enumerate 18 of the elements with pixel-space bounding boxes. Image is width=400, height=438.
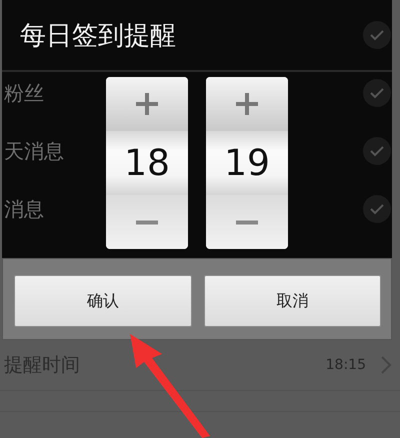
cancel-button[interactable]: 取消 <box>204 275 381 327</box>
plus-icon <box>234 91 260 117</box>
minus-icon <box>234 220 260 224</box>
number-picker[interactable]: 18 <box>106 77 188 249</box>
list-label: 天消息 <box>4 138 64 164</box>
plus-icon <box>134 91 160 117</box>
dialog-title: 每日签到提醒 <box>20 20 176 52</box>
list-label: 粉丝 <box>4 80 44 106</box>
decrement-button[interactable] <box>106 195 188 249</box>
decrement-button[interactable] <box>206 195 288 249</box>
increment-button[interactable] <box>106 77 188 131</box>
minus-icon <box>134 220 160 224</box>
number-picker[interactable]: 19 <box>206 77 288 249</box>
picker-value: 18 <box>106 131 188 195</box>
picker-value: 19 <box>206 131 288 195</box>
list-label: 消息 <box>4 196 44 222</box>
confirm-button[interactable]: 确认 <box>14 275 192 327</box>
increment-button[interactable] <box>206 77 288 131</box>
